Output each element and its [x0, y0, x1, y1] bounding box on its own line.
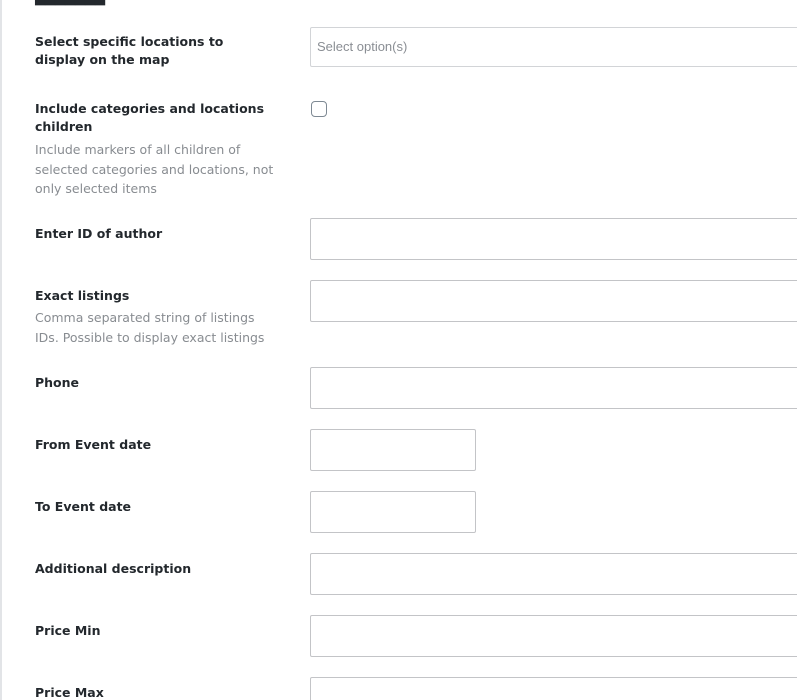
- shortcode-settings-form: ███████ Select specific locations to dis…: [0, 0, 797, 700]
- exact-listings-description: Comma separated string of listings IDs. …: [35, 310, 265, 345]
- from-event-date-input[interactable]: [310, 429, 476, 471]
- exact-listings-label: Exact listings: [35, 288, 130, 303]
- to-event-date-input[interactable]: [310, 491, 476, 533]
- include-children-checkbox[interactable]: [311, 101, 327, 117]
- price-max-label: Price Max: [35, 685, 104, 700]
- to-event-date-label: To Event date: [35, 499, 132, 514]
- additional-description-input[interactable]: [310, 553, 797, 595]
- locations-label: Select specific locations to display on …: [35, 34, 224, 67]
- from-event-date-label: From Event date: [35, 437, 152, 452]
- price-max-input[interactable]: [310, 677, 797, 700]
- author-id-label: Enter ID of author: [35, 226, 163, 241]
- exact-listings-input[interactable]: [310, 280, 797, 322]
- price-min-input[interactable]: [310, 615, 797, 657]
- price-min-label: Price Min: [35, 623, 101, 638]
- additional-description-label: Additional description: [35, 561, 192, 576]
- include-children-description: Include markers of all children of selec…: [35, 142, 274, 196]
- include-children-label: Include categories and locations childre…: [35, 101, 265, 134]
- section-heading-cut: ███████: [35, 0, 105, 6]
- locations-select[interactable]: Select option(s): [310, 27, 797, 67]
- locations-select-placeholder: Select option(s): [317, 39, 408, 54]
- phone-label: Phone: [35, 375, 80, 390]
- phone-input[interactable]: [310, 367, 797, 409]
- author-id-input[interactable]: [310, 218, 797, 260]
